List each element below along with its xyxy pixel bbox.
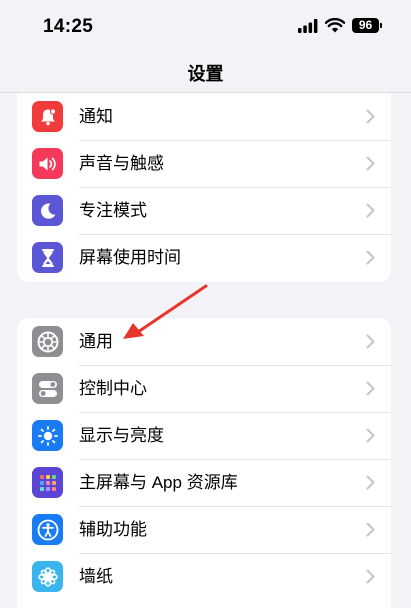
- battery-tip: [380, 23, 382, 28]
- settings-row-control-center[interactable]: 控制中心: [17, 365, 391, 412]
- annotation-arrow: [123, 284, 208, 339]
- chevron-right-icon: [366, 428, 375, 443]
- settings-row-display-brightness[interactable]: 显示与亮度: [17, 412, 391, 459]
- flower-icon: [32, 561, 63, 592]
- settings-row-label: 显示与亮度: [79, 426, 164, 445]
- settings-row-accessibility[interactable]: 辅助功能: [17, 506, 391, 553]
- settings-row-wallpaper[interactable]: 墙纸: [17, 553, 391, 600]
- wifi-icon: [325, 18, 345, 33]
- status-time: 14:25: [43, 16, 94, 37]
- battery-icon: 96: [352, 18, 379, 33]
- speaker-icon: [32, 148, 63, 179]
- gear-icon: [32, 326, 63, 357]
- chevron-right-icon: [366, 109, 375, 124]
- settings-row-home-screen-app-library[interactable]: 主屏幕与 App 资源库: [17, 459, 391, 506]
- chevron-right-icon: [366, 203, 375, 218]
- settings-row-screen-time[interactable]: 屏幕使用时间: [17, 234, 391, 281]
- page-title: 设置: [187, 64, 224, 84]
- settings-row-label: 主屏幕与 App 资源库: [79, 473, 238, 492]
- moon-icon: [32, 195, 63, 226]
- sun-icon: [32, 420, 63, 451]
- settings-row-label: 辅助功能: [79, 520, 147, 539]
- settings-row-label: 墙纸: [79, 567, 113, 586]
- settings-row-notifications[interactable]: 通知: [17, 93, 391, 140]
- app-grid-icon: [32, 467, 63, 498]
- settings-row-sounds-haptics[interactable]: 声音与触感: [17, 140, 391, 187]
- hourglass-icon: [32, 242, 63, 273]
- settings-row-label: 专注模式: [79, 201, 147, 220]
- chevron-right-icon: [366, 522, 375, 537]
- cellular-signal-icon: [298, 19, 318, 33]
- settings-group-focus: 通知 声音与触感 专注模式 屏幕使用时间: [17, 93, 391, 282]
- bell-icon: [32, 101, 63, 132]
- chevron-right-icon: [366, 156, 375, 171]
- status-bar: 14:25 96: [0, 0, 411, 54]
- chevron-right-icon: [366, 381, 375, 396]
- settings-row-focus[interactable]: 专注模式: [17, 187, 391, 234]
- settings-group-general: 通用 控制中心 显示与亮度 主屏幕与 App 资源库 辅助功能 墙纸: [17, 318, 391, 608]
- settings-row-label: 通用: [79, 332, 113, 351]
- chevron-right-icon: [366, 250, 375, 265]
- annotation-arrow-shaft: [136, 284, 208, 334]
- settings-row-label: 通知: [79, 107, 113, 126]
- chevron-right-icon: [366, 334, 375, 349]
- settings-row-label: 屏幕使用时间: [79, 248, 181, 267]
- accessibility-icon: [32, 514, 63, 545]
- toggles-icon: [32, 373, 63, 404]
- settings-row-label: 声音与触感: [79, 154, 164, 173]
- settings-row-label: 控制中心: [79, 379, 147, 398]
- chevron-right-icon: [366, 569, 375, 584]
- chevron-right-icon: [366, 475, 375, 490]
